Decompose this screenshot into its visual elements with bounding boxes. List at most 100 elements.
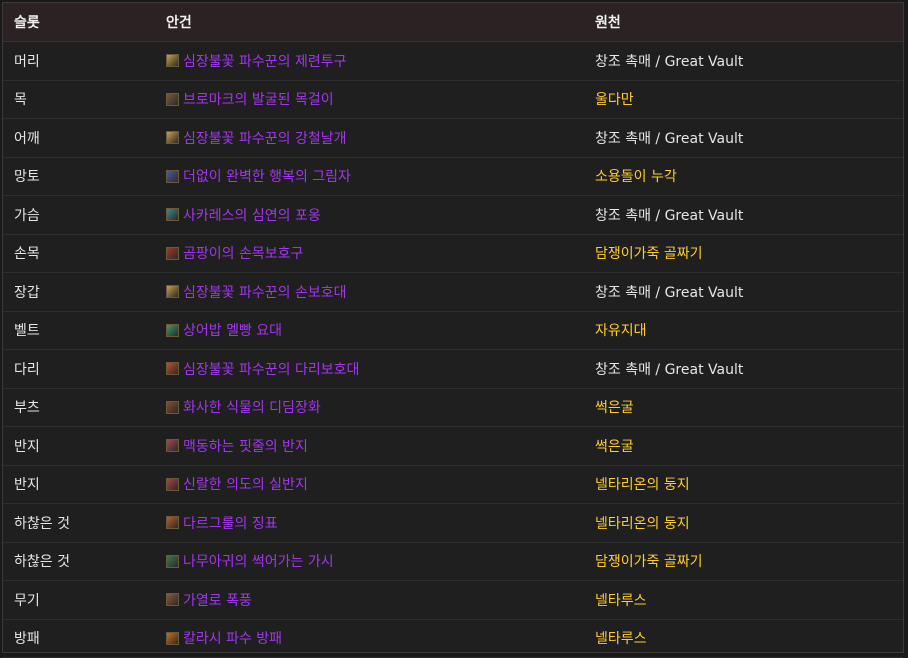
ring-icon <box>166 439 179 452</box>
header-item: 안건 <box>166 3 192 41</box>
slot-cell: 반지 <box>14 427 40 465</box>
item-cell: 곰팡이의 손목보호구 <box>166 235 303 273</box>
item-link[interactable]: 심장불꽃 파수꾼의 강철날개 <box>166 128 346 148</box>
source-cell: 창조 촉매 / Great Vault <box>595 119 743 157</box>
item-link[interactable]: 심장불꽃 파수꾼의 제련투구 <box>166 51 346 71</box>
item-name: 칼라시 파수 방패 <box>183 628 282 648</box>
table-row: 어깨 심장불꽃 파수꾼의 강철날개 창조 촉매 / Great Vault <box>3 119 903 158</box>
item-name: 곰팡이의 손목보호구 <box>183 243 303 263</box>
slot-cell: 다리 <box>14 350 40 388</box>
source-cell: 창조 촉매 / Great Vault <box>595 350 743 388</box>
slot-cell: 벨트 <box>14 312 40 350</box>
shoulder-icon <box>166 131 179 144</box>
header-source: 원천 <box>595 3 621 41</box>
slot-cell: 하찮은 것 <box>14 504 70 542</box>
item-cell: 맥동하는 핏줄의 반지 <box>166 427 308 465</box>
table-row: 반지 맥동하는 핏줄의 반지 썩은굴 <box>3 427 903 466</box>
gloves-icon <box>166 285 179 298</box>
item-name: 신랄한 의도의 실반지 <box>183 474 308 494</box>
item-cell: 칼라시 파수 방패 <box>166 620 282 658</box>
table-row: 장갑 심장불꽃 파수꾼의 손보호대 창조 촉매 / Great Vault <box>3 273 903 312</box>
item-link[interactable]: 심장불꽃 파수꾼의 다리보호대 <box>166 359 359 379</box>
item-name: 심장불꽃 파수꾼의 제련투구 <box>183 51 346 71</box>
item-cell: 심장불꽃 파수꾼의 손보호대 <box>166 273 346 311</box>
source-cell: 소용돌이 누각 <box>595 158 677 196</box>
bracer-icon <box>166 247 179 260</box>
cloak-icon <box>166 170 179 183</box>
slot-cell: 머리 <box>14 42 40 80</box>
item-cell: 심장불꽃 파수꾼의 강철날개 <box>166 119 346 157</box>
source-cell: 창조 촉매 / Great Vault <box>595 196 743 234</box>
item-cell: 상어밥 멜빵 요대 <box>166 312 282 350</box>
slot-cell: 무기 <box>14 581 40 619</box>
item-link[interactable]: 칼라시 파수 방패 <box>166 628 282 648</box>
source-cell: 자유지대 <box>595 312 647 350</box>
table-row: 하찮은 것 나무아귀의 썩어가는 가시 담쟁이가죽 골짜기 <box>3 543 903 582</box>
slot-cell: 하찮은 것 <box>14 543 70 581</box>
slot-cell: 장갑 <box>14 273 40 311</box>
source-cell: 썩은굴 <box>595 427 634 465</box>
table-row: 손목 곰팡이의 손목보호구 담쟁이가죽 골짜기 <box>3 235 903 274</box>
source-cell: 창조 촉매 / Great Vault <box>595 273 743 311</box>
item-link[interactable]: 곰팡이의 손목보호구 <box>166 243 303 263</box>
item-link[interactable]: 화사한 식물의 디딤장화 <box>166 397 321 417</box>
table-row: 부츠 화사한 식물의 디딤장화 썩은굴 <box>3 389 903 428</box>
table-row: 망토 더없이 완벽한 행복의 그림자 소용돌이 누각 <box>3 158 903 197</box>
source-cell: 담쟁이가죽 골짜기 <box>595 543 703 581</box>
chest-icon <box>166 208 179 221</box>
table-row: 머리심장불꽃 파수꾼의 제련투구창조 촉매 / Great Vault <box>3 42 903 81</box>
item-name: 상어밥 멜빵 요대 <box>183 320 282 340</box>
slot-cell: 망토 <box>14 158 40 196</box>
source-cell: 썩은굴 <box>595 389 634 427</box>
source-cell: 담쟁이가죽 골짜기 <box>595 235 703 273</box>
item-link[interactable]: 상어밥 멜빵 요대 <box>166 320 282 340</box>
trinket-icon <box>166 555 179 568</box>
slot-cell: 부츠 <box>14 389 40 427</box>
slot-cell: 어깨 <box>14 119 40 157</box>
item-cell: 가열로 폭풍 <box>166 581 252 619</box>
gear-table: 슬롯 안건 원천 머리심장불꽃 파수꾼의 제련투구창조 촉매 / Great V… <box>2 2 904 653</box>
table-row: 벨트 상어밥 멜빵 요대 자유지대 <box>3 312 903 351</box>
item-link[interactable]: 심장불꽃 파수꾼의 손보호대 <box>166 282 346 302</box>
item-cell: 더없이 완벽한 행복의 그림자 <box>166 158 351 196</box>
item-link[interactable]: 가열로 폭풍 <box>166 590 252 610</box>
table-row: 무기 가열로 폭풍 넬타루스 <box>3 581 903 620</box>
item-name: 사카레스의 심연의 포옹 <box>183 205 321 225</box>
table-row: 방패 칼라시 파수 방패 넬타루스 <box>3 620 903 658</box>
source-cell: 넬타루스 <box>595 620 647 658</box>
ring-icon <box>166 478 179 491</box>
item-name: 맥동하는 핏줄의 반지 <box>183 436 308 456</box>
table-row: 반지신랄한 의도의 실반지넬타리온의 둥지 <box>3 466 903 505</box>
source-cell: 넬타루스 <box>595 581 647 619</box>
item-name: 화사한 식물의 디딤장화 <box>183 397 321 417</box>
table-row: 가슴사카레스의 심연의 포옹창조 촉매 / Great Vault <box>3 196 903 235</box>
trinket-icon <box>166 516 179 529</box>
weapon-icon <box>166 593 179 606</box>
source-cell: 넬타리온의 둥지 <box>595 504 690 542</box>
item-cell: 다르그룰의 징표 <box>166 504 278 542</box>
table-row: 목 브로마크의 발굴된 목걸이 울다만 <box>3 81 903 120</box>
item-link[interactable]: 다르그룰의 징표 <box>166 513 278 533</box>
source-cell: 울다만 <box>595 81 634 119</box>
item-cell: 나무아귀의 썩어가는 가시 <box>166 543 334 581</box>
slot-cell: 손목 <box>14 235 40 273</box>
boots-icon <box>166 401 179 414</box>
item-name: 브로마크의 발굴된 목걸이 <box>183 89 334 109</box>
item-link[interactable]: 신랄한 의도의 실반지 <box>166 474 308 494</box>
legs-icon <box>166 362 179 375</box>
slot-cell: 목 <box>14 81 27 119</box>
item-cell: 사카레스의 심연의 포옹 <box>166 196 321 234</box>
slot-cell: 방패 <box>14 620 40 658</box>
item-link[interactable]: 브로마크의 발굴된 목걸이 <box>166 89 334 109</box>
item-cell: 심장불꽃 파수꾼의 제련투구 <box>166 42 346 80</box>
item-link[interactable]: 나무아귀의 썩어가는 가시 <box>166 551 334 571</box>
item-cell: 심장불꽃 파수꾼의 다리보호대 <box>166 350 359 388</box>
helm-icon <box>166 54 179 67</box>
item-link[interactable]: 사카레스의 심연의 포옹 <box>166 205 321 225</box>
item-name: 심장불꽃 파수꾼의 강철날개 <box>183 128 346 148</box>
item-name: 더없이 완벽한 행복의 그림자 <box>183 166 351 186</box>
item-link[interactable]: 맥동하는 핏줄의 반지 <box>166 436 308 456</box>
item-link[interactable]: 더없이 완벽한 행복의 그림자 <box>166 166 351 186</box>
shield-icon <box>166 632 179 645</box>
item-name: 심장불꽃 파수꾼의 손보호대 <box>183 282 346 302</box>
